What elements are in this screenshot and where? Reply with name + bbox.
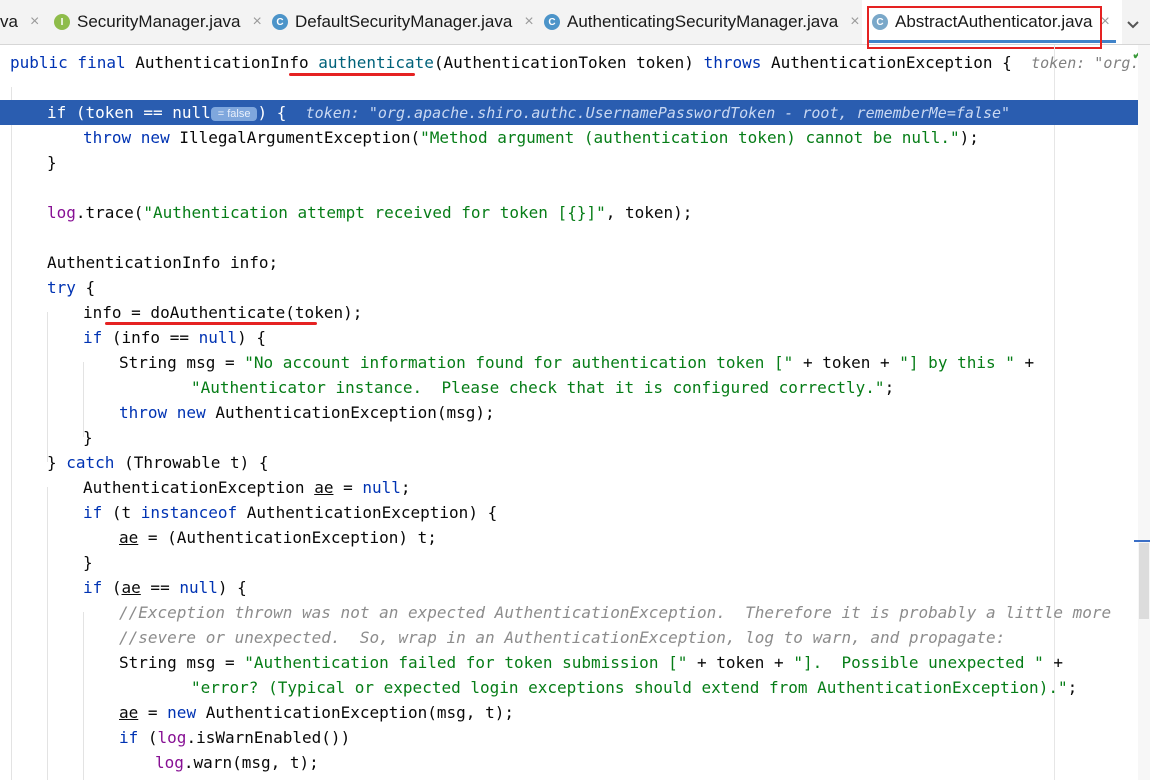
code-comment: //severe or unexpected. So, wrap in an A… bbox=[119, 628, 1006, 647]
tab-default-security-manager[interactable]: C DefaultSecurityManager.java × bbox=[272, 0, 534, 44]
editor-tab-bar: va × I SecurityManager.java × C DefaultS… bbox=[0, 0, 1150, 45]
class-icon: C bbox=[272, 14, 288, 30]
code-line: if (log.isWarnEnabled()) bbox=[119, 728, 351, 747]
scrollbar-thumb[interactable] bbox=[1139, 543, 1149, 619]
active-tab-indicator bbox=[868, 40, 1116, 43]
code-line: if (ae == null) { bbox=[83, 578, 247, 597]
tab-label: AuthenticatingSecurityManager.java bbox=[567, 12, 839, 31]
annotation-underline bbox=[289, 73, 415, 76]
code-line: "Authenticator instance. Please check th… bbox=[191, 378, 895, 397]
code-line: AuthenticationException ae = null; bbox=[83, 478, 411, 497]
interface-icon: I bbox=[54, 14, 70, 30]
code-line: if (token == null = false) { token: "org.… bbox=[47, 103, 1011, 122]
close-icon[interactable]: × bbox=[1101, 13, 1110, 31]
close-icon[interactable]: × bbox=[524, 13, 533, 31]
code-line: "error? (Typical or expected login excep… bbox=[191, 678, 1078, 697]
code-line: String msg = "Authentication failed for … bbox=[119, 653, 1064, 672]
code-line: throw new IllegalArgumentException("Meth… bbox=[83, 128, 979, 147]
code-line: public final AuthenticationInfo authenti… bbox=[10, 50, 1150, 75]
code-line: log.warn(msg, t); bbox=[155, 753, 319, 772]
abstract-class-icon: C bbox=[872, 14, 888, 30]
code-line: } bbox=[83, 428, 93, 447]
close-icon[interactable]: × bbox=[850, 13, 859, 31]
tab-abstract-authenticator[interactable]: C AbstractAuthenticator.java × bbox=[862, 0, 1122, 44]
tab-authenticating-security-manager[interactable]: C AuthenticatingSecurityManager.java × bbox=[544, 0, 860, 44]
code-line: } bbox=[47, 153, 57, 172]
tab-label: DefaultSecurityManager.java bbox=[295, 12, 513, 31]
tab-label: SecurityManager.java bbox=[77, 12, 241, 31]
tab-partial-java[interactable]: va × bbox=[0, 0, 39, 44]
code-line: if (info == null) { bbox=[83, 328, 267, 347]
code-line: log.trace("Authentication attempt receiv… bbox=[47, 203, 693, 222]
close-icon[interactable]: × bbox=[252, 13, 261, 31]
code-line: String msg = "No account information fou… bbox=[119, 353, 1035, 372]
indent-guide bbox=[11, 87, 12, 780]
indent-guide bbox=[83, 612, 84, 780]
indent-guide bbox=[47, 487, 48, 780]
execution-point-line: if (token == null = false) { token: "org.… bbox=[0, 100, 1138, 125]
code-line: if (t instanceof AuthenticationException… bbox=[83, 503, 498, 522]
indent-guide bbox=[47, 312, 48, 462]
code-line: ae = (AuthenticationException) t; bbox=[119, 528, 437, 547]
class-icon: C bbox=[544, 14, 560, 30]
chevron-down-icon[interactable] bbox=[1120, 12, 1146, 38]
code-line: try { bbox=[47, 278, 96, 297]
inlay-value-hint: = false bbox=[210, 106, 258, 121]
close-icon[interactable]: × bbox=[30, 13, 39, 31]
code-line: ae = new AuthenticationException(msg, t)… bbox=[119, 703, 514, 722]
code-line: } bbox=[83, 553, 93, 572]
vertical-scrollbar[interactable] bbox=[1138, 45, 1150, 780]
code-line: } catch (Throwable t) { bbox=[47, 453, 269, 472]
scrollbar-marker bbox=[1134, 540, 1150, 542]
tab-security-manager[interactable]: I SecurityManager.java × bbox=[54, 0, 262, 44]
code-comment: //Exception thrown was not an expected A… bbox=[119, 603, 1112, 622]
code-line: throw new AuthenticationException(msg); bbox=[119, 403, 495, 422]
tab-label: va bbox=[0, 12, 18, 31]
tab-label: AbstractAuthenticator.java bbox=[895, 12, 1093, 31]
inline-debug-hint: token: "org.apache.shiro.authc.UsernameP… bbox=[305, 104, 1011, 122]
code-editor[interactable]: public final AuthenticationInfo authenti… bbox=[0, 45, 1150, 780]
code-line: AuthenticationInfo info; bbox=[47, 253, 279, 272]
